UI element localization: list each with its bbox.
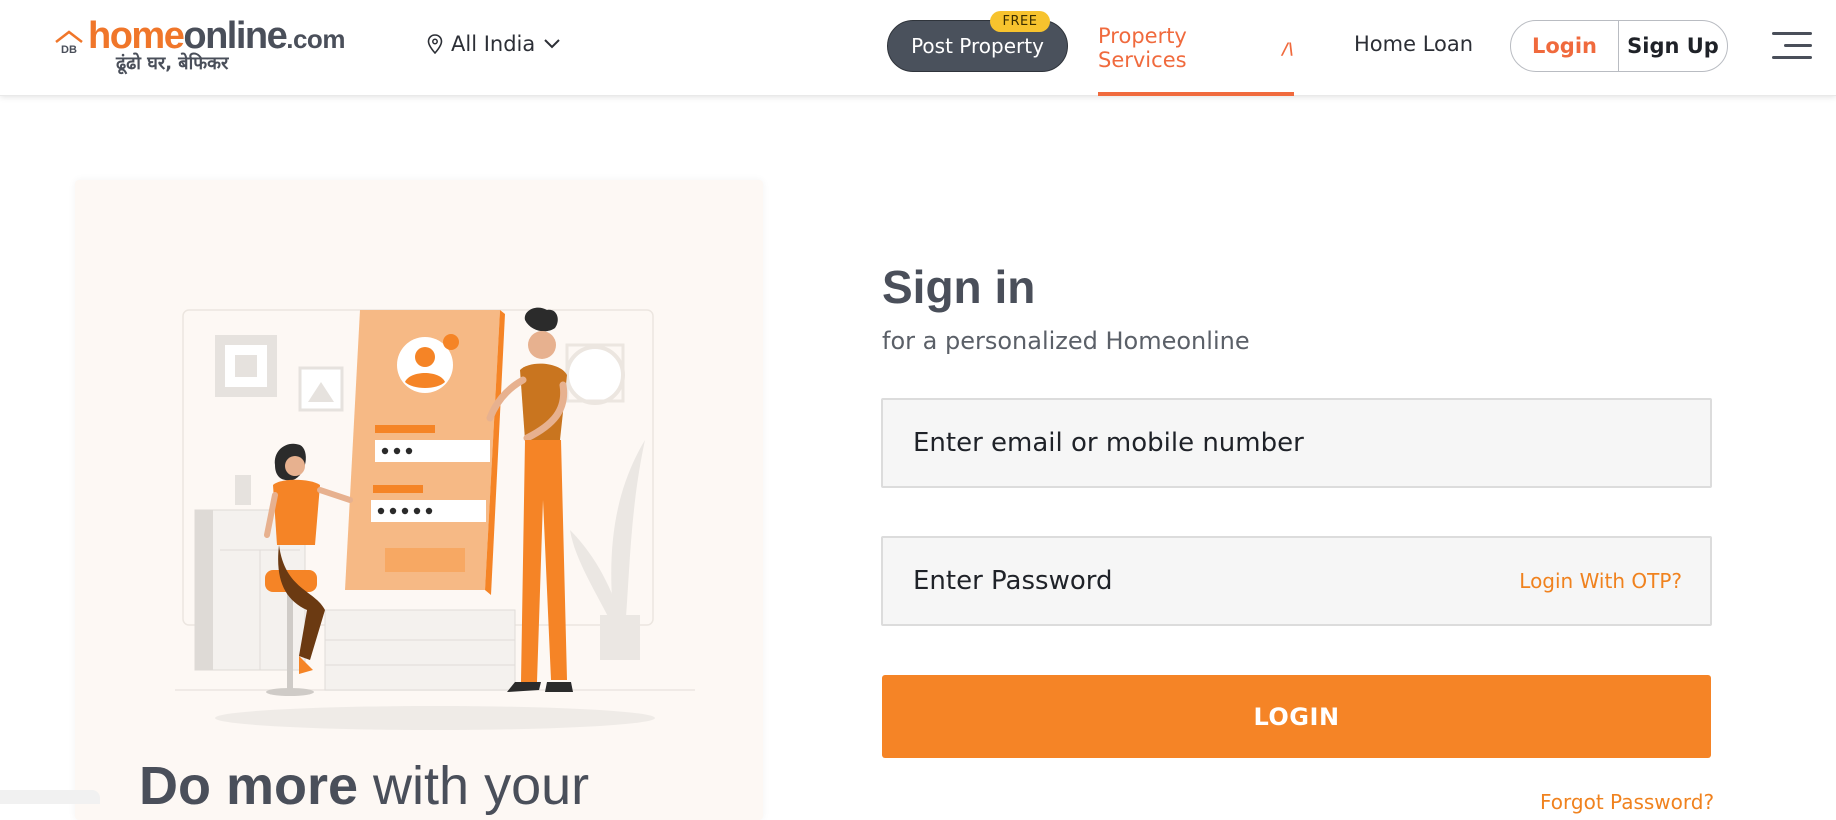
- promo-card: Do more with your: [75, 180, 763, 820]
- site-logo[interactable]: DB homeonline.com ढूंढो घर, बेफिकर: [52, 14, 372, 78]
- chevron-down-icon: [543, 38, 561, 50]
- active-tab-underline: [1098, 92, 1294, 96]
- auth-button-group: Login Sign Up: [1510, 20, 1728, 72]
- login-button[interactable]: LOGIN: [882, 675, 1711, 758]
- free-badge: FREE: [990, 11, 1050, 32]
- location-pin-icon: [427, 34, 443, 54]
- login-with-otp-link[interactable]: Login With OTP?: [1519, 538, 1682, 624]
- signin-subtitle: for a personalized Homeonline: [882, 327, 1250, 355]
- top-header: DB homeonline.com ढूंढो घर, बेफिकर All I…: [0, 0, 1836, 96]
- nav-property-services[interactable]: Property Services /\: [1098, 0, 1294, 96]
- db-badge-text: DB: [61, 44, 77, 56]
- forgot-password-link[interactable]: Forgot Password?: [1540, 790, 1714, 814]
- email-input[interactable]: [913, 400, 1493, 486]
- promo-headline-rest: with your: [358, 756, 590, 816]
- services-icon: /\: [1282, 38, 1294, 58]
- bottom-left-overlay: [0, 790, 100, 804]
- db-house-logo-icon: DB: [54, 28, 84, 58]
- password-field: Login With OTP?: [881, 536, 1712, 626]
- brand-domain: .com: [286, 24, 345, 54]
- signin-title: Sign in: [882, 261, 1036, 313]
- hamburger-icon[interactable]: [1772, 30, 1812, 62]
- header-login-button[interactable]: Login: [1511, 21, 1619, 71]
- location-label: All India: [451, 32, 536, 56]
- brand-tagline: ढूंढो घर, बेफिकर: [116, 53, 229, 74]
- password-input[interactable]: [913, 538, 1493, 624]
- email-field: [881, 398, 1712, 488]
- location-selector[interactable]: All India: [427, 28, 561, 60]
- header-signup-button[interactable]: Sign Up: [1619, 21, 1727, 71]
- login-illustration: [175, 290, 695, 730]
- promo-headline: Do more with your: [139, 755, 589, 817]
- nav-home-loan[interactable]: Home Loan: [1354, 28, 1473, 60]
- promo-headline-strong: Do more: [139, 756, 359, 816]
- nav-home-loan-label: Home Loan: [1354, 32, 1474, 56]
- post-property-label: Post Property: [911, 34, 1044, 58]
- nav-property-services-label: Property Services: [1098, 24, 1187, 72]
